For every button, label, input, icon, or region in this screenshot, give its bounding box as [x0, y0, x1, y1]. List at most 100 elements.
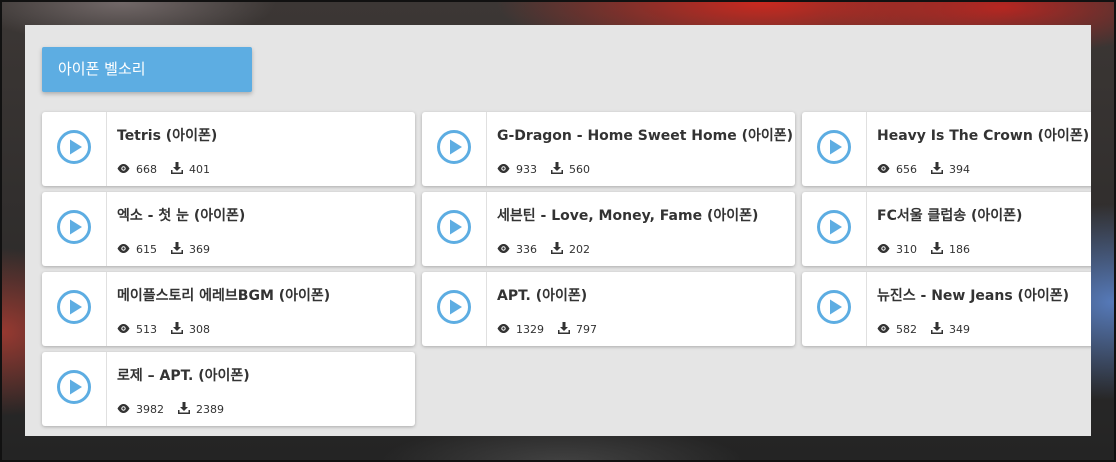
view-count-value: 1329 [516, 323, 544, 336]
ringtone-title[interactable]: APT. (아이폰) [497, 285, 587, 305]
ringtone-title[interactable]: 뉴진스 - New Jeans (아이폰) [877, 285, 1069, 305]
download-icon [178, 402, 196, 417]
view-count: 615 [117, 243, 157, 256]
view-count: 336 [497, 243, 537, 256]
eye-icon [117, 403, 136, 416]
download-count-value: 202 [569, 243, 590, 256]
download-count-value: 308 [189, 323, 210, 336]
ringtone-title[interactable]: 엑소 - 첫 눈 (아이폰) [117, 205, 245, 225]
ringtone-card[interactable]: APT. (아이폰) 1329 797 [422, 272, 795, 346]
play-circle-icon [436, 289, 472, 329]
view-count: 3982 [117, 403, 164, 416]
view-count-value: 668 [136, 163, 157, 176]
ringtone-card[interactable]: Tetris (아이폰) 668 401 [42, 112, 415, 186]
ringtone-card[interactable]: G-Dragon - Home Sweet Home (아이폰) 933 560 [422, 112, 795, 186]
ringtone-title[interactable]: Tetris (아이폰) [117, 125, 217, 145]
view-count: 933 [497, 163, 537, 176]
card-info: Tetris (아이폰) 668 401 [107, 112, 415, 186]
ringtone-panel: 아이폰 벨소리 Tetris (아이폰) 668 401 G-Dragon - Hom… [25, 25, 1091, 436]
download-count: 186 [931, 242, 970, 257]
card-stats: 933 560 [497, 162, 604, 177]
play-button[interactable] [802, 112, 867, 186]
download-count: 349 [931, 322, 970, 337]
play-circle-icon [56, 129, 92, 169]
eye-icon [877, 323, 896, 336]
ringtone-title[interactable]: FC서울 클럽송 (아이폰) [877, 205, 1022, 225]
card-stats: 615 369 [117, 242, 224, 257]
eye-icon [117, 323, 136, 336]
view-count-value: 615 [136, 243, 157, 256]
card-info: 로제 – APT. (아이폰) 3982 2389 [107, 352, 415, 426]
download-icon [551, 162, 569, 177]
ringtone-title[interactable]: 메이플스토리 에레브BGM (아이폰) [117, 285, 330, 305]
eye-icon [117, 243, 136, 256]
download-count-value: 2389 [196, 403, 224, 416]
download-count: 2389 [178, 402, 224, 417]
card-stats: 310 186 [877, 242, 984, 257]
card-stats: 513 308 [117, 322, 224, 337]
play-circle-icon [56, 209, 92, 249]
ringtone-card[interactable]: FC서울 클럽송 (아이폰) 310 186 [802, 192, 1091, 266]
play-button[interactable] [422, 192, 487, 266]
card-info: 뉴진스 - New Jeans (아이폰) 582 349 [867, 272, 1091, 346]
card-stats: 1329 797 [497, 322, 611, 337]
ringtone-card[interactable]: 메이플스토리 에레브BGM (아이폰) 513 308 [42, 272, 415, 346]
card-stats: 582 349 [877, 322, 984, 337]
view-count-value: 513 [136, 323, 157, 336]
card-info: 엑소 - 첫 눈 (아이폰) 615 369 [107, 192, 415, 266]
play-button[interactable] [422, 112, 487, 186]
download-icon [558, 322, 576, 337]
card-stats: 3982 2389 [117, 402, 238, 417]
card-stats: 656 394 [877, 162, 984, 177]
play-circle-icon [56, 369, 92, 409]
play-circle-icon [816, 289, 852, 329]
download-icon [931, 322, 949, 337]
download-count-value: 369 [189, 243, 210, 256]
view-count: 1329 [497, 323, 544, 336]
download-icon [931, 162, 949, 177]
section-title: 아이폰 벨소리 [42, 47, 252, 92]
card-info: FC서울 클럽송 (아이폰) 310 186 [867, 192, 1091, 266]
download-icon [171, 162, 189, 177]
view-count: 656 [877, 163, 917, 176]
eye-icon [117, 163, 136, 176]
download-icon [931, 242, 949, 257]
view-count-value: 3982 [136, 403, 164, 416]
download-icon [551, 242, 569, 257]
view-count-value: 582 [896, 323, 917, 336]
download-count-value: 394 [949, 163, 970, 176]
ringtone-card[interactable]: Heavy Is The Crown (아이폰) 656 394 [802, 112, 1091, 186]
ringtone-title[interactable]: Heavy Is The Crown (아이폰) [877, 125, 1089, 145]
download-count-value: 349 [949, 323, 970, 336]
play-circle-icon [436, 129, 472, 169]
view-count: 513 [117, 323, 157, 336]
ringtone-card[interactable]: 엑소 - 첫 눈 (아이폰) 615 369 [42, 192, 415, 266]
eye-icon [497, 323, 516, 336]
ringtone-title[interactable]: 세븐틴 - Love, Money, Fame (아이폰) [497, 205, 758, 225]
play-circle-icon [436, 209, 472, 249]
ringtone-card[interactable]: 세븐틴 - Love, Money, Fame (아이폰) 336 202 [422, 192, 795, 266]
view-count-value: 933 [516, 163, 537, 176]
download-count: 560 [551, 162, 590, 177]
ringtone-title[interactable]: G-Dragon - Home Sweet Home (아이폰) [497, 125, 793, 145]
ringtone-card[interactable]: 로제 – APT. (아이폰) 3982 2389 [42, 352, 415, 426]
play-button[interactable] [42, 352, 107, 426]
view-count-value: 656 [896, 163, 917, 176]
play-button[interactable] [802, 272, 867, 346]
download-count: 394 [931, 162, 970, 177]
download-icon [171, 322, 189, 337]
play-button[interactable] [42, 272, 107, 346]
play-button[interactable] [802, 192, 867, 266]
card-info: APT. (아이폰) 1329 797 [487, 272, 795, 346]
card-stats: 668 401 [117, 162, 224, 177]
view-count-value: 310 [896, 243, 917, 256]
play-button[interactable] [422, 272, 487, 346]
play-button[interactable] [42, 192, 107, 266]
download-count-value: 797 [576, 323, 597, 336]
play-circle-icon [56, 289, 92, 329]
download-count-value: 186 [949, 243, 970, 256]
ringtone-card[interactable]: 뉴진스 - New Jeans (아이폰) 582 349 [802, 272, 1091, 346]
play-button[interactable] [42, 112, 107, 186]
view-count: 668 [117, 163, 157, 176]
ringtone-title[interactable]: 로제 – APT. (아이폰) [117, 365, 250, 385]
